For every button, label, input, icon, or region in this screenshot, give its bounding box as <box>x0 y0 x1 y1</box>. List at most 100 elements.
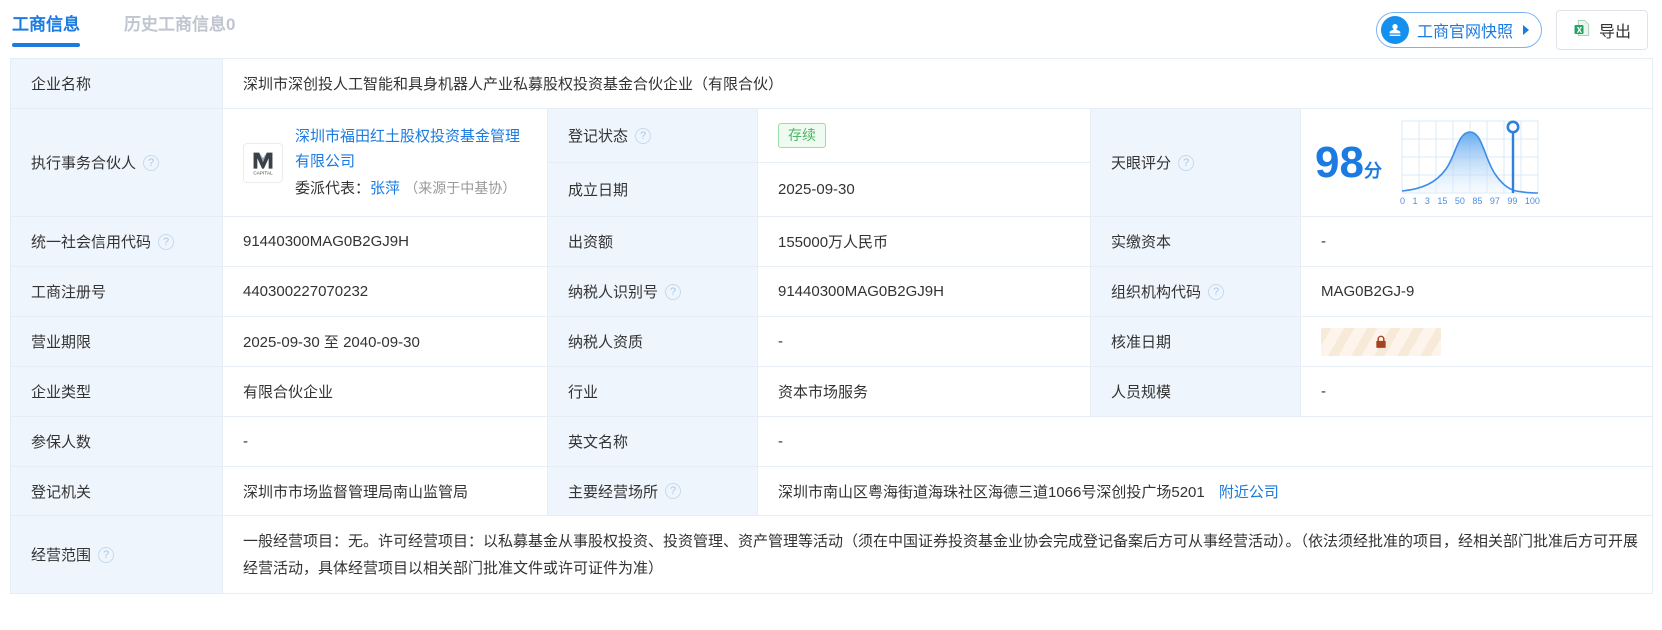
paid-capital-label: 实缴资本 <box>1111 234 1172 251</box>
company-type-value: 有限合伙企业 <box>243 384 334 401</box>
reg-number-label: 工商注册号 <box>31 284 107 301</box>
help-icon[interactable] <box>1208 283 1225 300</box>
tab-business-info-label: 工商信息 <box>12 15 80 34</box>
chart-tick-label: 15 <box>1437 196 1448 206</box>
taxpayer-qualification-label: 纳税人资质 <box>568 334 644 351</box>
business-scope-label: 经营范围 <box>31 547 92 564</box>
org-code-value: MAG0B2GJ-9 <box>1321 283 1415 300</box>
bell-curve-chart <box>1401 120 1539 194</box>
table-row: 企业名称 深圳市深创投人工智能和具身机器人产业私募股权投资基金合伙企业（有限合伙… <box>10 58 1654 109</box>
page-header: 工商信息 历史工商信息0 工商官网快照 导出 <box>0 0 1662 50</box>
help-icon[interactable] <box>665 283 682 300</box>
business-address-label: 主要经营场所 <box>568 483 659 501</box>
staff-size-value: - <box>1321 383 1326 400</box>
tab-business-info[interactable]: 工商信息 <box>12 10 80 47</box>
business-info-table: 企业名称 深圳市深创投人工智能和具身机器人产业私募股权投资基金合伙企业（有限合伙… <box>10 58 1654 594</box>
table-row: 经营范围 一般经营项目：无。许可经营项目：以私募基金从事股权投资、投资管理、资产… <box>10 515 1654 594</box>
delegate-rep-label: 委派代表： <box>295 180 371 197</box>
table-row: 统一社会信用代码 91440300MAG0B2GJ9H 出资额 155000万人… <box>10 216 1654 267</box>
help-icon[interactable] <box>158 233 175 250</box>
help-icon[interactable] <box>143 154 160 171</box>
capital-label: 出资额 <box>568 234 614 251</box>
delegate-rep-link[interactable]: 张萍 <box>370 180 400 197</box>
tab-history-info[interactable]: 历史工商信息0 <box>124 10 235 47</box>
reg-status-label: 登记状态 <box>568 128 629 145</box>
partner-company-logo[interactable]: CAPITAL <box>243 142 283 183</box>
establish-date-value: 2025-09-30 <box>778 181 855 198</box>
chart-tick-label: 3 <box>1424 196 1430 206</box>
business-address-value: 深圳市南山区粤海街道海珠社区海德三道1066号深创投广场5201 <box>778 483 1205 501</box>
lock-icon <box>1376 335 1386 348</box>
credit-code-label: 统一社会信用代码 <box>31 234 152 251</box>
reg-authority-value: 深圳市市场监督管理局南山监管局 <box>243 483 469 501</box>
active-tab-underline <box>12 43 80 47</box>
help-icon[interactable] <box>1178 154 1195 171</box>
industry-label: 行业 <box>568 384 599 401</box>
paid-capital-value: - <box>1321 233 1326 250</box>
tianyan-score-label: 天眼评分 <box>1111 155 1172 172</box>
tab-history-info-label: 历史工商信息0 <box>124 15 236 34</box>
executive-partner-label: 执行事务合伙人 <box>31 155 137 172</box>
chart-tick-label: 50 <box>1454 196 1465 206</box>
table-row: 执行事务合伙人 CAPITAL 深圳市福田红土股权投资基金管理有限公司 委派代表… <box>10 108 1654 217</box>
business-scope-value: 一般经营项目：无。许可经营项目：以私募基金从事股权投资、投资管理、资产管理等活动… <box>243 532 1639 577</box>
score-distribution-chart: 0 1 3 15 50 85 97 99 100 <box>1400 119 1540 206</box>
table-row: 工商注册号 440300227070232 纳税人识别号 91440300MAG… <box>10 266 1654 317</box>
insured-count-label: 参保人数 <box>31 434 92 451</box>
score-number-group: 98分 <box>1315 137 1382 187</box>
executive-partner-cell: CAPITAL 深圳市福田红土股权投资基金管理有限公司 委派代表：张萍 （来源于… <box>243 124 533 201</box>
taxpayer-id-label: 纳税人识别号 <box>568 284 659 301</box>
credit-code-value: 91440300MAG0B2GJ9H <box>243 233 409 250</box>
business-term-value: 2025-09-30 至 2040-09-30 <box>243 334 420 351</box>
insured-count-value: - <box>243 433 248 450</box>
chart-tick-label: 97 <box>1489 196 1500 206</box>
rep-source-note: （来源于中基协） <box>404 180 517 196</box>
table-row: 参保人数 - 英文名称 - <box>10 416 1654 467</box>
export-button[interactable]: 导出 <box>1555 10 1648 50</box>
official-snapshot-label: 工商官网快照 <box>1416 24 1513 41</box>
taxpayer-id-value: 91440300MAG0B2GJ9H <box>778 283 944 300</box>
status-badge: 存续 <box>778 123 826 148</box>
table-row: 登记机关 深圳市市场监督管理局南山监管局 主要经营场所 深圳市南山区粤海街道海珠… <box>10 466 1654 516</box>
company-name-label: 企业名称 <box>31 76 92 93</box>
capital-value: 155000万人民币 <box>778 234 889 251</box>
chart-tick-label: 100 <box>1524 196 1540 206</box>
score-unit: 分 <box>1363 160 1382 181</box>
english-name-value: - <box>778 433 783 450</box>
stamp-icon <box>1380 16 1409 44</box>
tab-bar: 工商信息 历史工商信息0 <box>12 10 235 47</box>
score-number: 98 <box>1315 137 1364 187</box>
org-code-label: 组织机构代码 <box>1111 284 1202 301</box>
official-snapshot-button[interactable]: 工商官网快照 <box>1375 12 1542 48</box>
partner-company-link[interactable]: 深圳市福田红土股权投资基金管理有限公司 <box>295 128 520 170</box>
approval-date-label: 核准日期 <box>1111 334 1172 351</box>
help-icon[interactable] <box>635 127 652 144</box>
chart-x-axis-ticks: 0 1 3 15 50 85 97 99 100 <box>1400 196 1540 206</box>
chart-tick-label: 0 <box>1399 196 1405 206</box>
company-name-value: 深圳市深创投人工智能和具身机器人产业私募股权投资基金合伙企业（有限合伙） <box>243 76 784 93</box>
staff-size-label: 人员规模 <box>1111 384 1172 401</box>
business-term-label: 营业期限 <box>31 334 92 351</box>
reg-number-value: 440300227070232 <box>243 283 369 300</box>
taxpayer-qualification-value: - <box>778 333 783 350</box>
industry-value: 资本市场服务 <box>778 384 869 401</box>
english-name-label: 英文名称 <box>568 434 629 451</box>
excel-icon <box>1573 19 1591 42</box>
chart-tick-label: 99 <box>1507 196 1518 206</box>
nearby-companies-link[interactable]: 附近公司 <box>1219 484 1279 501</box>
chart-tick-label: 85 <box>1472 196 1483 206</box>
help-icon[interactable] <box>98 546 115 563</box>
export-label: 导出 <box>1598 24 1631 41</box>
reg-authority-label: 登记机关 <box>31 483 92 501</box>
help-icon[interactable] <box>665 483 682 499</box>
approval-date-locked-value[interactable] <box>1321 327 1441 356</box>
company-type-label: 企业类型 <box>31 384 92 401</box>
partner-logo-caption: CAPITAL <box>253 170 273 176</box>
chart-tick-label: 1 <box>1412 196 1418 206</box>
table-row: 营业期限 2025-09-30 至 2040-09-30 纳税人资质 - 核准日… <box>10 316 1654 367</box>
table-row: 企业类型 有限合伙企业 行业 资本市场服务 人员规模 - <box>10 366 1654 417</box>
header-actions: 工商官网快照 导出 <box>1375 10 1648 50</box>
tianyan-score-cell[interactable]: 98分 0 1 3 15 50 85 97 99 100 <box>1315 119 1638 206</box>
establish-date-label: 成立日期 <box>568 182 629 199</box>
chevron-right-icon <box>1522 25 1529 35</box>
